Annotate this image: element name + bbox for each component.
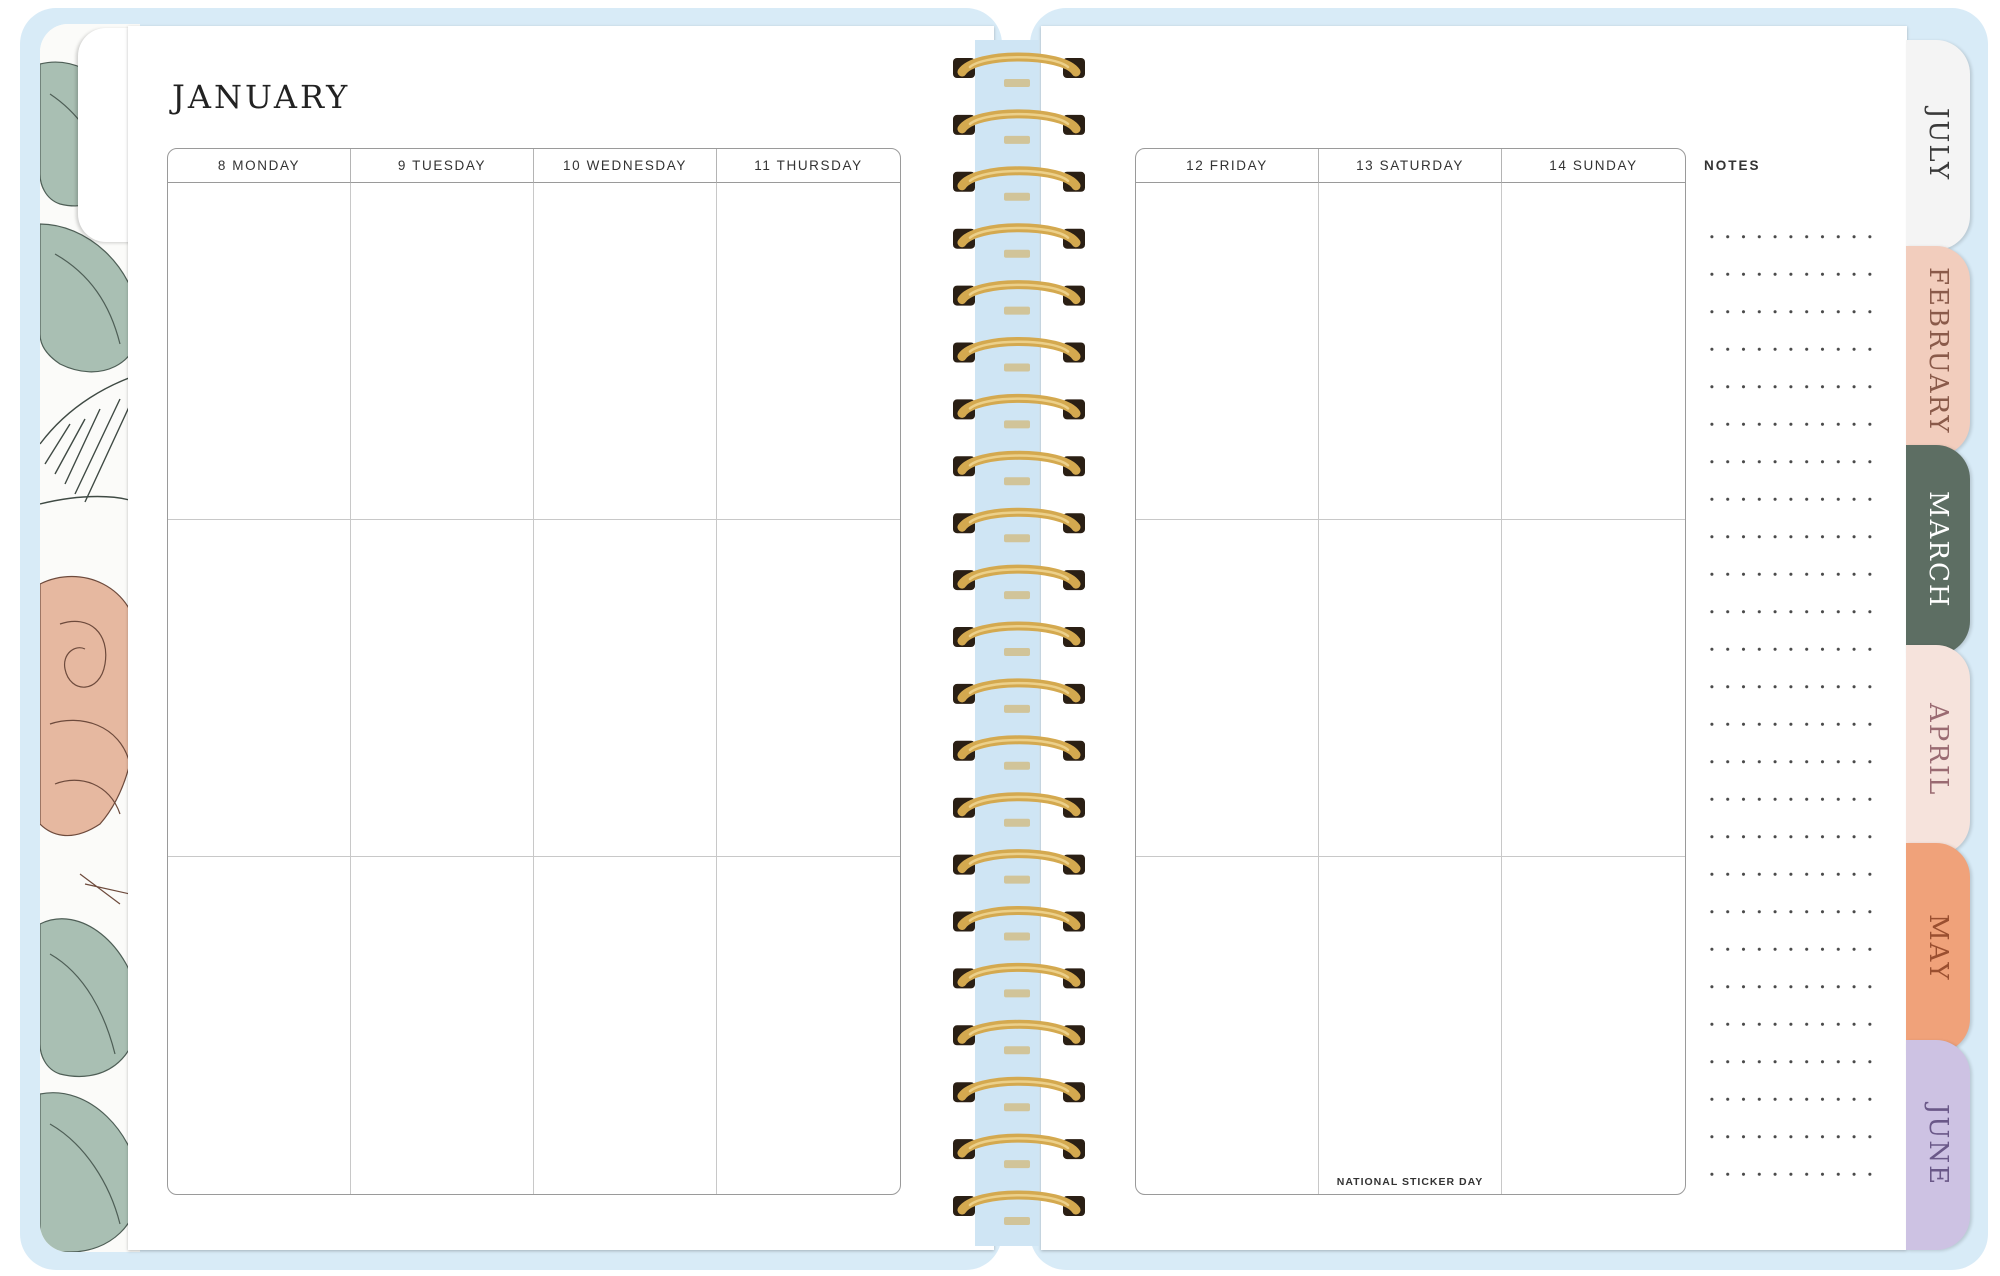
spiral-ring (953, 280, 1085, 315)
tab-label-june: JUNE (1923, 1103, 1953, 1187)
spiral-ring (953, 450, 1085, 486)
spiral-ring (953, 109, 1085, 144)
tab-label-march: MARCH (1923, 491, 1953, 609)
spiral-ring (953, 1190, 1085, 1225)
spiral-ring (953, 166, 1085, 201)
tab-label-july: JULY (1923, 108, 1953, 182)
tab-label-february: FEBRUARY (1923, 267, 1953, 435)
planner-spread: JANUARY 8 MONDAY 9 TUESDAY 10 WEDNESDAY … (0, 0, 2000, 1276)
spiral-ring (953, 337, 1085, 372)
tab-april[interactable]: APRIL (1906, 645, 1970, 855)
spiral-ring (953, 906, 1085, 941)
spiral-binding (953, 52, 1085, 1225)
tab-july[interactable]: JULY (1906, 40, 1970, 250)
spiral-ring (953, 52, 1085, 87)
spiral-ring (953, 564, 1085, 600)
tab-march[interactable]: MARCH (1906, 445, 1970, 655)
spiral-ring (953, 849, 1085, 884)
tab-label-may: MAY (1923, 914, 1953, 982)
tab-may[interactable]: MAY (1906, 843, 1970, 1053)
spiral-ring (953, 1019, 1085, 1055)
spiral-ring (953, 223, 1085, 258)
spiral-ring (953, 507, 1085, 543)
spiral-ring (953, 735, 1085, 770)
spiral-ring (953, 1076, 1085, 1112)
tab-label-april: APRIL (1923, 703, 1953, 797)
spiral-ring (953, 962, 1085, 998)
spiral-ring (953, 621, 1085, 656)
tab-february[interactable]: FEBRUARY (1906, 246, 1970, 456)
spiral-ring (953, 678, 1085, 713)
tab-june[interactable]: JUNE (1906, 1040, 1970, 1250)
spiral-ring (953, 393, 1085, 429)
spiral-ring (953, 792, 1085, 827)
spiral-ring (953, 1133, 1085, 1169)
